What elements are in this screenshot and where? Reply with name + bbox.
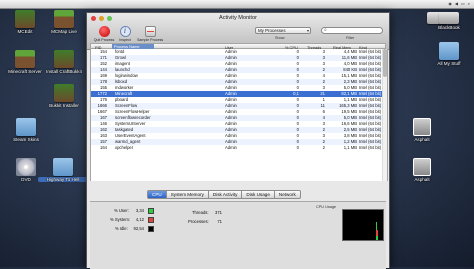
tab-system-memory[interactable]: System Memory <box>166 190 209 199</box>
desktop-icon-install-craftbukkit[interactable]: Install CraftBukkit <box>39 50 89 74</box>
desktop-icon-blackbook[interactable]: BlackBook <box>424 8 474 30</box>
filter-label: Filter <box>346 36 355 40</box>
cpu-idle-swatch <box>148 226 154 232</box>
wifi-icon[interactable]: ◉ <box>448 1 452 6</box>
scrollbar-thumb[interactable] <box>383 49 387 77</box>
cell-pid: 164 <box>100 145 107 150</box>
window-title: Activity Monitor <box>219 15 257 21</box>
threads-label: Threads: <box>192 210 209 215</box>
cell-process-name: xpchelper <box>115 145 134 150</box>
tab-disk-activity[interactable]: Disk Activity <box>208 190 243 199</box>
threads-value: 371 <box>215 210 222 215</box>
info-icon: i <box>119 26 131 37</box>
tab-disk-usage[interactable]: Disk Usage <box>242 190 275 199</box>
monitor-tabs: CPU System Memory Disk Activity Disk Usa… <box>147 190 301 199</box>
craftbukkit-icon <box>54 50 74 68</box>
tab-cpu[interactable]: CPU <box>147 190 167 199</box>
process-table: 154 fontd Admin 0 3 4,4 MB Intel (64 bit) 171 Gr… <box>90 49 388 181</box>
mcmap-icon <box>54 10 74 28</box>
desktop-icon-asphalt-1[interactable]: Asphalt <box>397 118 447 142</box>
image-file-icon <box>413 158 431 176</box>
table-row[interactable]: 164 xpchelper Admin 0 2 1,1 MB Intel (64 bit) <box>91 145 387 151</box>
show-label: Show <box>275 36 285 40</box>
processes-value: 71 <box>217 219 222 224</box>
cpu-idle-value: 92,54 <box>133 226 144 231</box>
cpu-user-swatch <box>148 208 154 214</box>
mcedit-icon <box>15 10 35 28</box>
inspect-button[interactable]: i Inspect <box>117 26 133 42</box>
desktop-icon-highway-to-hell[interactable]: Highway To Hell <box>38 158 88 183</box>
chevron-down-icon: ▾ <box>306 28 309 33</box>
stop-icon <box>98 26 110 37</box>
desktop-icon-mcmap[interactable]: MCMap Live <box>39 10 89 34</box>
cell-real-mem: 1,1 MB <box>343 145 357 150</box>
cpu-system-value: 4,12 <box>135 217 144 222</box>
cpu-idle-label: % Idle: <box>115 226 128 231</box>
dvd-icon <box>16 158 36 176</box>
menu-bar: ◉ ◀ ▭ ⌕ <box>0 0 474 9</box>
filter-search-field[interactable]: ⌕ <box>321 27 383 34</box>
cpu-user-value: 3,34 <box>135 208 144 213</box>
cell-user: Admin <box>225 145 237 150</box>
folder-icon <box>53 158 73 176</box>
processes-label: Processes: <box>188 219 209 224</box>
scrollbar[interactable] <box>382 49 387 181</box>
cpu-usage-graph <box>342 209 384 241</box>
desktop-icon-all-my-stuff[interactable]: All My Stuff <box>424 42 474 66</box>
cell-kind: Intel (64 bit) <box>359 145 382 150</box>
activity-monitor-window: Activity Monitor Quit Process i Inspect … <box>86 12 390 269</box>
show-filter-select[interactable]: My Processes ▾ <box>255 27 311 34</box>
folder-icon <box>439 42 459 60</box>
image-file-icon <box>413 118 431 136</box>
desktop-icon-steam-skins[interactable]: Steam Skins <box>1 118 51 142</box>
show-filter-value: My Processes <box>258 28 286 33</box>
desktop-icon-bukkit-installer[interactable]: Bukkit Installer <box>39 84 89 108</box>
volume-icon[interactable]: ◀ <box>455 1 458 6</box>
battery-icon[interactable]: ▭ <box>461 1 465 6</box>
cpu-system-label: % System: <box>110 217 131 222</box>
cell-threads: 2 <box>322 145 325 150</box>
sample-icon <box>144 26 156 37</box>
search-input[interactable] <box>322 28 379 33</box>
cpu-graph-user-bar <box>376 236 378 240</box>
cpu-user-label: % User: <box>114 208 129 213</box>
minecraft-server-icon <box>15 50 35 68</box>
cpu-graph-spike <box>376 222 377 230</box>
sample-process-button[interactable]: Sample Process <box>137 26 163 42</box>
desktop-icon-asphalt-2[interactable]: Asphalt <box>397 158 447 182</box>
cpu-usage-label: CPU Usage <box>316 205 337 209</box>
cpu-system-swatch <box>148 217 154 223</box>
bukkit-installer-icon <box>54 84 74 102</box>
cell-cpu: 0 <box>296 145 299 150</box>
quit-process-button[interactable]: Quit Process <box>93 26 115 42</box>
hard-drive-icon <box>439 12 459 24</box>
spotlight-icon[interactable]: ⌕ <box>468 1 470 6</box>
tab-network[interactable]: Network <box>274 190 301 199</box>
cpu-panel: % User: 3,34 % System: 4,12 % Idle: 92,5… <box>90 201 386 269</box>
folder-icon <box>16 118 36 136</box>
